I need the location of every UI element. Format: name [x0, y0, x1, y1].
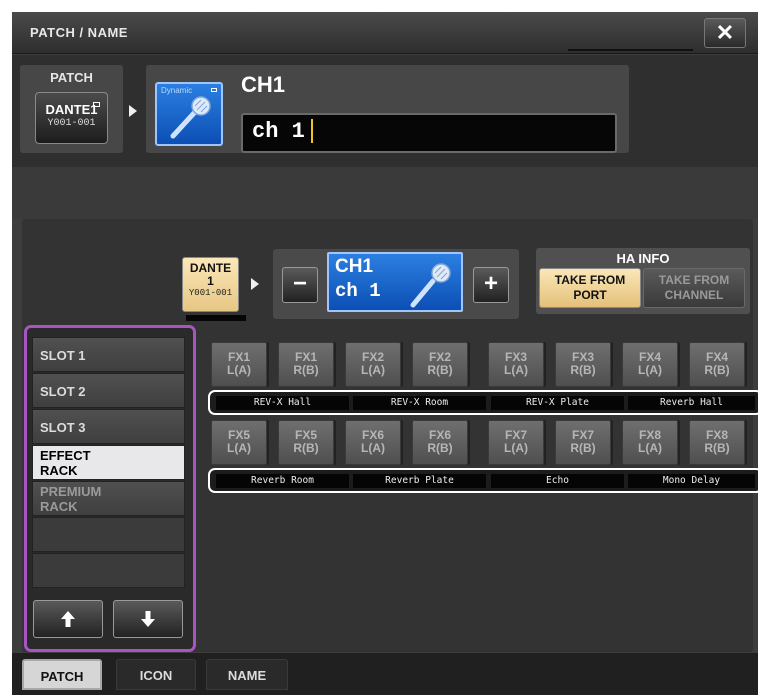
tab-patch[interactable]: PATCH [22, 659, 102, 690]
window-title: PATCH / NAME [30, 25, 128, 40]
popup-indicator-icon [93, 102, 100, 107]
effect-name-row-1: REV-X Hall REV-X Room REV-X Plate Reverb… [208, 390, 758, 415]
fx-port-button[interactable]: FX7 R(B) [555, 420, 611, 465]
microphone-icon [170, 96, 211, 139]
fx-port-button[interactable]: FX8 R(B) [689, 420, 745, 465]
channel-name-value: ch 1 [252, 119, 305, 144]
effect-name: Reverb Room [216, 474, 349, 488]
selected-port-line2: 1 [207, 274, 214, 288]
slot-item-effect-rack[interactable]: EFFECT RACK [32, 445, 185, 480]
effect-name-row-2: Reverb Room Reverb Plate Echo Mono Delay [208, 468, 758, 493]
channel-increment-button[interactable]: + [473, 267, 509, 303]
effect-name: REV-X Hall [216, 396, 349, 410]
take-from-channel-button[interactable]: TAKE FROM CHANNEL [643, 268, 745, 308]
spacer [12, 167, 758, 219]
selector-channel-title: CH1 [335, 256, 374, 277]
fx-port-button[interactable]: FX7 L(A) [488, 420, 544, 465]
channel-name-field[interactable]: ch 1 [241, 113, 617, 153]
patch-panel: DANTE 1 Y001-001 − CH1 ch 1 + HA INFO TA… [22, 219, 758, 652]
port-address: Y001-001 [47, 118, 96, 129]
slot-down-button[interactable] [113, 600, 183, 638]
effect-name: Mono Delay [628, 474, 755, 488]
fx-port-button[interactable]: FX6 R(B) [412, 420, 468, 465]
fx-port-button[interactable]: FX2 L(A) [345, 342, 401, 387]
channel-decrement-button[interactable]: − [282, 267, 318, 303]
fx-port-button[interactable]: FX3 L(A) [488, 342, 544, 387]
channel-display: CH1 ch 1 [327, 252, 463, 312]
fx-port-button[interactable]: FX6 L(A) [345, 420, 401, 465]
tab-bar: PATCH ICON NAME [12, 653, 758, 695]
effect-port-grid: FX1 L(A) FX1 R(B) FX2 L(A) FX2 R(B) FX3 … [198, 332, 758, 632]
text-cursor [310, 119, 313, 144]
effect-name: Reverb Plate [353, 474, 486, 488]
fx-port-button[interactable]: FX2 R(B) [412, 342, 468, 387]
selector-channel-name: ch 1 [335, 280, 381, 302]
channel-selector: − CH1 ch 1 + [273, 249, 519, 319]
channel-section: Dynamic CH1 ch 1 [146, 65, 629, 153]
arrow-right-icon [129, 105, 137, 117]
selected-port-line3: Y001-001 [188, 288, 233, 298]
arrow-right-icon [251, 278, 259, 290]
microphone-icon [410, 263, 451, 308]
port-indicator-bar [186, 315, 246, 321]
slot-item-premium-rack[interactable]: PREMIUM RACK [32, 481, 185, 516]
fx-port-button[interactable]: FX4 L(A) [622, 342, 678, 387]
ha-info-section: HA INFO TAKE FROM PORT TAKE FROM CHANNEL [536, 248, 750, 314]
arrow-down-icon [141, 611, 155, 627]
effect-name: Echo [491, 474, 624, 488]
tab-icon[interactable]: ICON [116, 659, 196, 690]
patch-name-window: PATCH / NAME ✕ PATCH DANTE1 Y001-001 Dyn… [12, 12, 758, 695]
take-from-port-button[interactable]: TAKE FROM PORT [539, 268, 641, 308]
patch-label: PATCH [50, 70, 93, 85]
fx-port-button[interactable]: FX1 L(A) [211, 342, 267, 387]
fx-port-button[interactable]: FX5 L(A) [211, 420, 267, 465]
slot-item-empty[interactable] [32, 517, 185, 552]
effect-name: Reverb Hall [628, 396, 755, 410]
slot-up-button[interactable] [33, 600, 103, 638]
input-port-button[interactable]: DANTE1 Y001-001 [35, 92, 108, 144]
tab-name[interactable]: NAME [206, 659, 288, 690]
fx-port-button[interactable]: FX5 R(B) [278, 420, 334, 465]
title-bar: PATCH / NAME ✕ [12, 12, 758, 54]
slot-item-2[interactable]: SLOT 2 [32, 373, 185, 408]
patch-section: PATCH DANTE1 Y001-001 [20, 65, 123, 153]
fx-port-button[interactable]: FX8 L(A) [622, 420, 678, 465]
fx-port-button[interactable]: FX3 R(B) [555, 342, 611, 387]
top-panel: PATCH DANTE1 Y001-001 Dynamic CH1 ch 1 [12, 55, 758, 167]
selected-port-line1: DANTE [189, 261, 232, 275]
title-divider [568, 49, 693, 51]
slot-item-1[interactable]: SLOT 1 [32, 337, 185, 372]
channel-icon-button[interactable]: Dynamic [155, 82, 223, 146]
fx-port-button[interactable]: FX4 R(B) [689, 342, 745, 387]
channel-title: CH1 [241, 72, 286, 97]
fx-port-button[interactable]: FX1 R(B) [278, 342, 334, 387]
slot-list: SLOT 1 SLOT 2 SLOT 3 EFFECT RACK PREMIUM… [24, 325, 196, 652]
effect-name: REV-X Plate [491, 396, 624, 410]
selected-port-button[interactable]: DANTE 1 Y001-001 [182, 257, 239, 312]
slot-item-empty[interactable] [32, 553, 185, 588]
ha-info-title: HA INFO [616, 251, 670, 266]
slot-item-3[interactable]: SLOT 3 [32, 409, 185, 444]
effect-name: REV-X Room [353, 396, 486, 410]
close-button[interactable]: ✕ [704, 18, 746, 48]
arrow-up-icon [61, 611, 75, 627]
